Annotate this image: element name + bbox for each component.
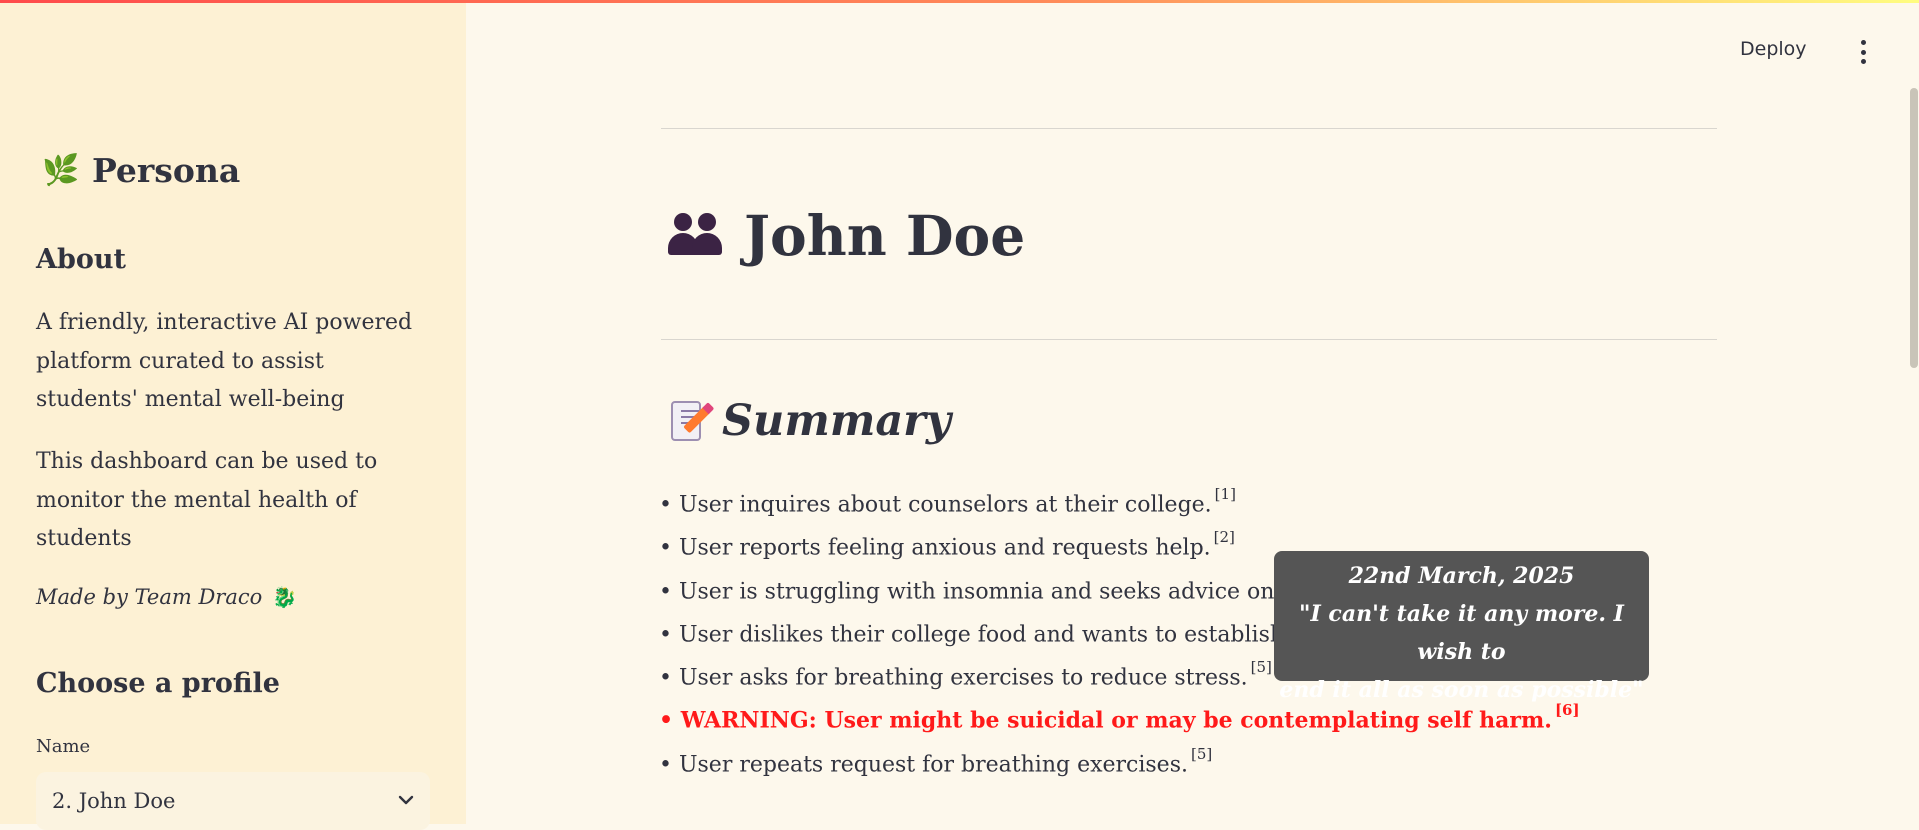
made-by-text: Made by Team Draco (36, 585, 263, 609)
tooltip-date: 22nd March, 2025 (1348, 563, 1575, 589)
divider (661, 339, 1717, 340)
memo-icon (668, 399, 711, 443)
summary-item: • User inquires about counselors at thei… (659, 485, 1236, 518)
citation[interactable]: [2] (1214, 528, 1235, 546)
sidebar: 🌿 Persona About A friendly, interactive … (0, 3, 466, 830)
profile-select[interactable]: 2. John Doe (36, 772, 430, 830)
brand: 🌿 Persona (42, 151, 240, 190)
made-by: Made by Team Draco 🐉 (36, 585, 297, 609)
divider (661, 128, 1717, 129)
citation[interactable]: [1] (1215, 485, 1236, 503)
dragon-icon: 🐉 (272, 585, 298, 609)
tooltip-quote-line-1: "I can't take it any more. I wish to (1299, 601, 1624, 665)
scrollbar[interactable] (1910, 88, 1918, 368)
kebab-menu-icon[interactable] (1855, 40, 1871, 64)
summary-heading-text: Summary (722, 396, 951, 446)
about-description: A friendly, interactive AI powered platf… (36, 310, 413, 412)
about-heading: About (36, 244, 126, 275)
summary-item: • User repeats request for breathing exe… (659, 744, 1213, 778)
choose-profile-heading: Choose a profile (36, 668, 280, 699)
about-dashboard-note: This dashboard can be used to monitor th… (36, 449, 378, 551)
citation-tooltip: 22nd March, 2025 "I can't take it any mo… (1274, 551, 1649, 703)
herb-icon: 🌿 (42, 153, 80, 188)
chevron-down-icon (398, 793, 414, 809)
people-icon (668, 211, 726, 261)
tooltip-quote-line-2: end it all as soon as possible" (1279, 677, 1644, 703)
profile-select-value: 2. John Doe (52, 789, 176, 813)
page-title-text: John Doe (744, 203, 1026, 268)
page-title: John Doe (668, 203, 1025, 268)
name-label: Name (36, 736, 91, 757)
citation[interactable]: [5] (1191, 745, 1212, 763)
summary-heading: Summary (668, 396, 951, 446)
deploy-button[interactable]: Deploy (1740, 38, 1807, 60)
brand-title: Persona (92, 151, 241, 190)
citation[interactable]: [5] (1251, 658, 1272, 676)
